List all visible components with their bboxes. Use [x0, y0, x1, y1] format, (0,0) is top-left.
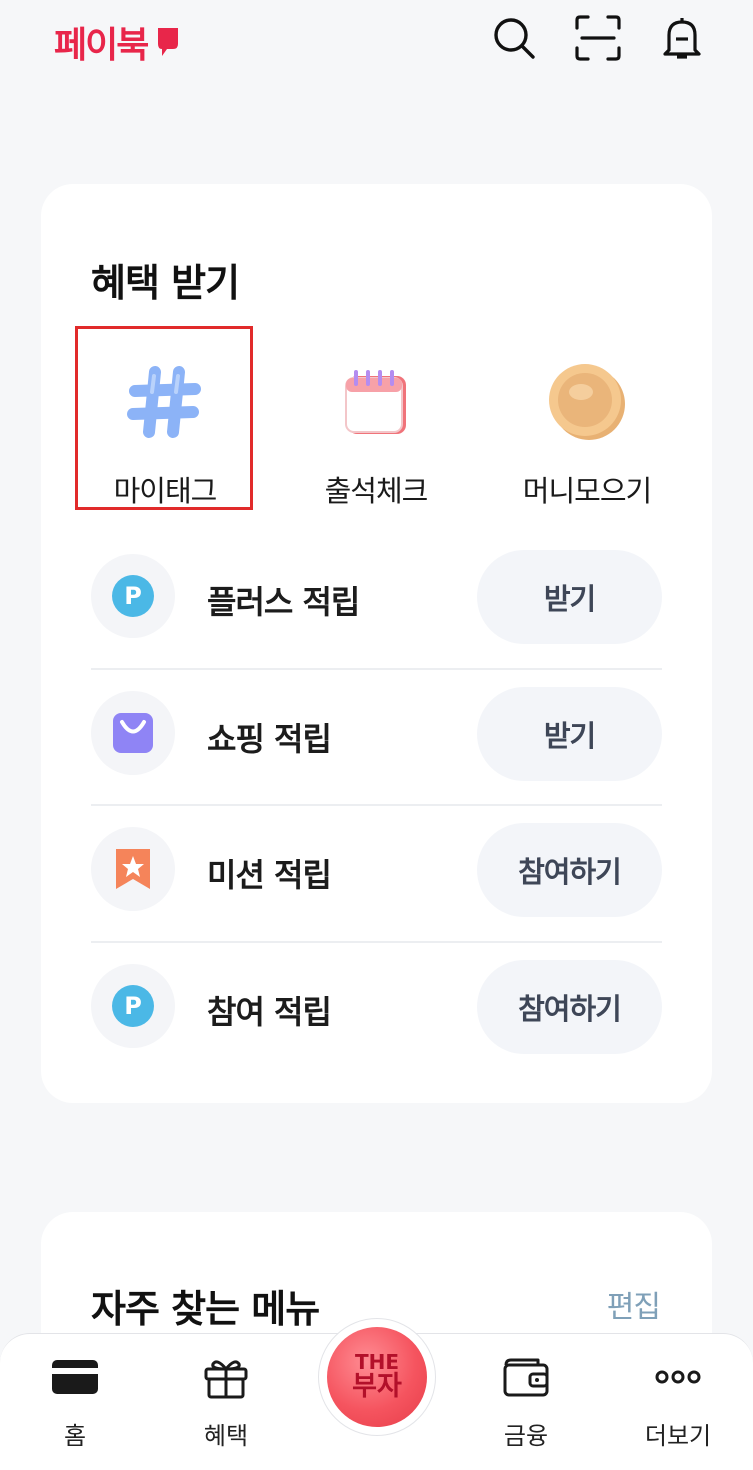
benefits-title: 혜택 받기: [91, 261, 240, 305]
participate-button[interactable]: 참여하기: [477, 823, 662, 917]
search-icon[interactable]: [490, 14, 538, 62]
tab-more[interactable]: 더보기: [623, 1354, 733, 1451]
logo-mark-icon: [158, 28, 179, 56]
the-buja-badge: THE 부자: [327, 1327, 427, 1427]
list-item-plus-points: P 플러스 적립 받기: [91, 533, 662, 669]
tab-finance[interactable]: 금융: [471, 1354, 581, 1451]
hashtag-icon: [117, 356, 213, 448]
quick-attendance[interactable]: 출석체크: [288, 326, 464, 510]
bottom-tab-bar: 홈 혜택 THE 부자 금융 더보기: [0, 1318, 753, 1470]
frequent-menu-title: 자주 찾는 메뉴: [91, 1287, 320, 1331]
point-icon: P: [91, 964, 175, 1048]
quick-my-tag[interactable]: 마이태그: [77, 326, 253, 510]
top-bar: 페이북: [0, 0, 753, 90]
quick-label: 머니모으기: [522, 474, 652, 508]
svg-text:P: P: [124, 992, 142, 1020]
coin-icon: [539, 356, 635, 448]
list-item-title: 미션 적립: [207, 856, 332, 894]
scan-icon[interactable]: [574, 14, 622, 62]
wallet-icon: [499, 1354, 553, 1400]
list-item-title: 참여 적립: [207, 993, 332, 1031]
receive-button[interactable]: 받기: [477, 687, 662, 781]
card-icon: [48, 1354, 102, 1400]
list-item-title: 쇼핑 적립: [207, 720, 332, 758]
list-item-mission-points: 미션 적립 참여하기: [91, 806, 662, 942]
app-logo[interactable]: 페이북: [54, 16, 181, 68]
calendar-icon: [328, 356, 424, 448]
the-buja-button[interactable]: THE 부자: [318, 1318, 436, 1436]
quick-label: 마이태그: [113, 474, 218, 508]
tab-label: 더보기: [644, 1422, 712, 1450]
quick-label: 출석체크: [324, 474, 429, 508]
tab-label: 홈: [63, 1422, 87, 1450]
badge-line2: 부자: [352, 1371, 402, 1402]
tab-home[interactable]: 홈: [20, 1354, 130, 1451]
tab-benefits[interactable]: 혜택: [171, 1354, 281, 1451]
list-item-shopping-points: 쇼핑 적립 받기: [91, 670, 662, 806]
point-icon: P: [91, 554, 175, 638]
star-bookmark-icon: [91, 827, 175, 911]
shopping-bag-icon: [91, 691, 175, 775]
benefits-card: 혜택 받기 마이태그 출석체크 머니모으기 P 플러스 적립 받기 쇼핑 적립 …: [41, 184, 712, 1103]
edit-link[interactable]: 편집: [607, 1282, 661, 1326]
quick-money-collect[interactable]: 머니모으기: [499, 326, 675, 510]
list-item-participation-points: P 참여 적립 참여하기: [91, 943, 662, 1079]
receive-button[interactable]: 받기: [477, 550, 662, 644]
logo-text: 페이북: [54, 25, 149, 66]
tab-label: 금융: [503, 1422, 549, 1450]
svg-text:P: P: [124, 582, 142, 610]
tab-label: 혜택: [203, 1422, 249, 1450]
participate-button[interactable]: 참여하기: [477, 960, 662, 1054]
badge-line1: THE: [354, 1350, 400, 1374]
list-item-title: 플러스 적립: [207, 583, 360, 621]
more-icon: [651, 1354, 705, 1400]
gift-icon: [199, 1354, 253, 1400]
bell-icon[interactable]: [658, 14, 706, 62]
